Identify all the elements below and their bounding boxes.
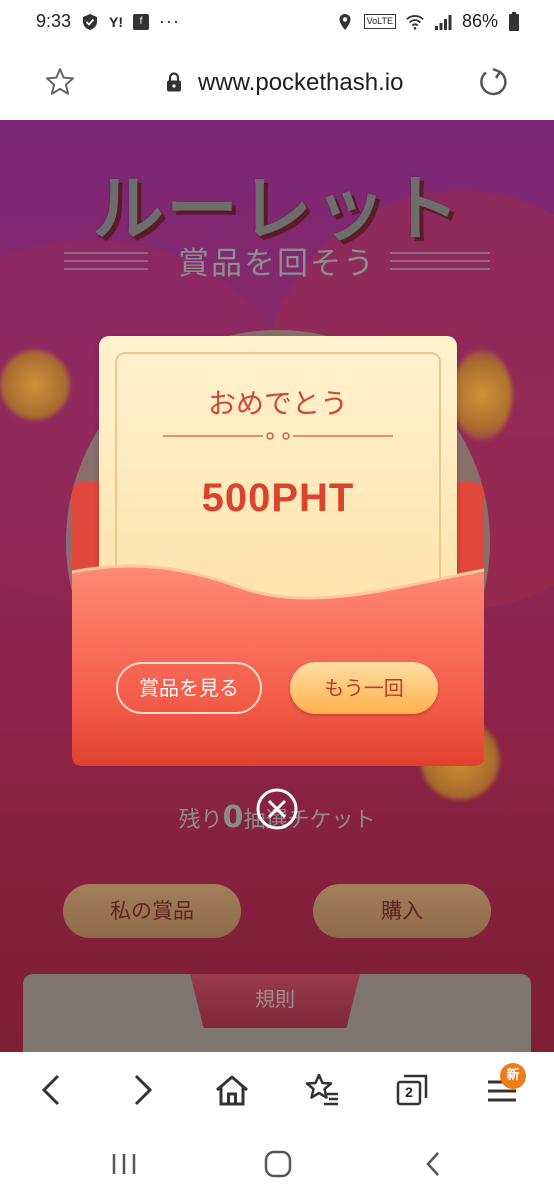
home-icon[interactable] <box>212 1070 252 1110</box>
forward-icon[interactable] <box>122 1070 162 1110</box>
reload-icon[interactable] <box>476 66 510 100</box>
prize-modal: おめでとう 500PHT 賞品を見る もう一回 <box>70 334 486 766</box>
shield-icon <box>83 13 98 30</box>
volte-icon: VoLTE <box>363 14 396 29</box>
remaining-prefix: 残り <box>178 808 223 833</box>
buy-button[interactable]: 購入 <box>313 884 491 938</box>
battery-icon <box>509 11 519 31</box>
recent-apps-icon[interactable] <box>106 1146 142 1182</box>
yahoo-icon: Y! <box>109 13 124 30</box>
location-icon <box>339 13 351 30</box>
close-icon[interactable] <box>256 788 298 830</box>
my-prizes-button[interactable]: 私の賞品 <box>63 884 241 938</box>
status-bar: 9:33 Y! f ··· VoLTE 86% <box>0 0 554 44</box>
signal-icon <box>434 14 452 30</box>
rules-tab[interactable]: 規則 <box>190 974 360 1028</box>
battery-percent: 86% <box>461 11 498 31</box>
system-nav-bar <box>0 1128 554 1200</box>
bookmarks-icon[interactable] <box>302 1070 342 1110</box>
page-subtitle: 賞品を回そう <box>178 246 376 282</box>
more-dots-icon: ··· <box>159 11 181 31</box>
url-bar: www.pockethash.io <box>0 44 554 122</box>
congrats-text: おめでとう <box>207 387 348 420</box>
back-icon[interactable] <box>32 1070 72 1110</box>
new-badge: 新 <box>500 1063 526 1089</box>
status-time: 9:33 <box>36 11 72 31</box>
home-icon[interactable] <box>260 1146 296 1182</box>
coin-decoration <box>0 350 70 420</box>
roulette-page: ルーレット 賞品を回そう 残り0抽選チケット 私の賞品 購入 規則 おめでとう … <box>0 120 554 1052</box>
remaining-count: 0 <box>222 800 244 835</box>
view-prizes-button[interactable]: 賞品を見る <box>116 662 262 714</box>
flipboard-icon: f <box>133 13 150 30</box>
bookmark-star-icon[interactable] <box>44 66 76 98</box>
wifi-icon <box>406 14 424 30</box>
url-text[interactable]: www.pockethash.io <box>198 69 403 97</box>
tabs-button[interactable]: 2 <box>392 1070 432 1110</box>
spin-again-button[interactable]: もう一回 <box>290 662 438 714</box>
ornament-divider <box>163 432 393 440</box>
tabs-count: 2 <box>405 1084 413 1100</box>
prize-amount: 500PHT <box>201 476 355 520</box>
back-icon[interactable] <box>416 1146 452 1182</box>
lock-icon <box>167 72 181 92</box>
browser-toolbar: 2 <box>0 1052 554 1128</box>
